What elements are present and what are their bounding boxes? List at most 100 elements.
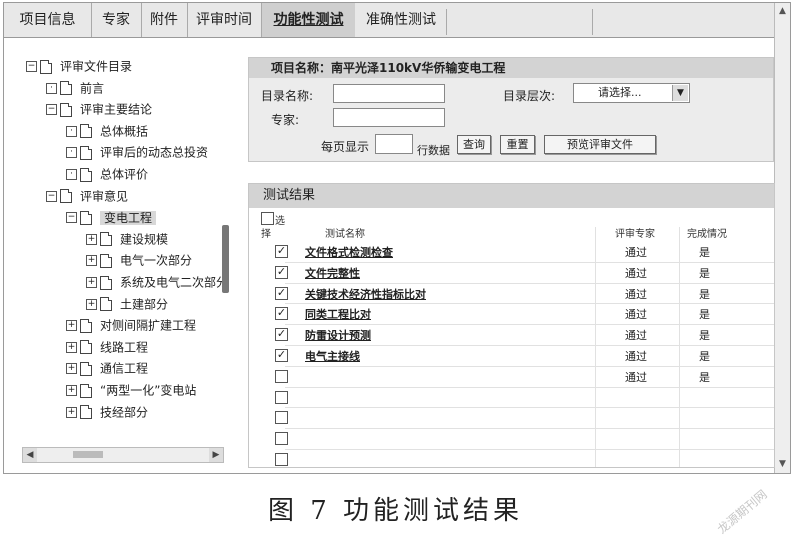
tree-node-label: 对侧间隔扩建工程 — [100, 318, 197, 333]
row-checkbox[interactable]: ✓ — [275, 349, 288, 362]
tab-accuracy-test[interactable]: 准确性测试 — [357, 3, 445, 37]
tree-node[interactable]: + 线路工程 — [66, 338, 148, 356]
row-checkbox[interactable] — [275, 369, 288, 383]
tree-node[interactable]: + 土建部分 — [86, 295, 168, 313]
tab-attachments[interactable]: 附件 — [141, 3, 188, 37]
figure-caption: 图 7 功能测试结果 — [267, 496, 524, 526]
row-divider — [285, 386, 774, 388]
expand-icon[interactable]: + — [66, 363, 77, 375]
expand-icon[interactable]: + — [86, 298, 97, 310]
row-checkbox[interactable]: ✓ — [275, 328, 288, 342]
leaf-icon[interactable]: · — [66, 169, 77, 180]
leaf-icon[interactable]: · — [66, 125, 77, 137]
tree-node[interactable]: + 建设规模 — [86, 230, 168, 248]
collapse-icon[interactable]: − — [46, 190, 57, 202]
expand-icon[interactable]: + — [66, 320, 77, 332]
tree-node[interactable]: + 系统及电气二次部分 — [86, 273, 228, 291]
chevron-down-icon[interactable]: ▼ — [672, 85, 688, 101]
row-checkbox[interactable]: ✓ — [275, 265, 288, 279]
completion-status: 是 — [699, 350, 710, 363]
expand-icon[interactable]: + — [66, 385, 77, 396]
completion-status: 是 — [699, 329, 710, 343]
leaf-icon[interactable]: · — [66, 147, 77, 159]
tree-node[interactable]: · 评审后的动态总投资 — [66, 143, 208, 161]
dir-level-value: 请选择... — [598, 86, 642, 99]
tree-horizontal-scrollbar[interactable]: ◀ ▶ — [22, 447, 224, 463]
preview-review-file-button[interactable]: 预览评审文件 — [544, 135, 656, 154]
expand-icon[interactable]: + — [86, 255, 97, 267]
scrollbar-thumb[interactable] — [73, 451, 103, 458]
row-divider — [285, 365, 774, 367]
per-page-input[interactable] — [375, 134, 413, 154]
collapse-icon[interactable]: − — [66, 212, 77, 224]
tab-divider — [446, 9, 447, 35]
row-checkbox[interactable]: ✓ — [275, 245, 288, 258]
tree-node[interactable]: + “两型一化”变电站 — [66, 381, 196, 399]
row-checkbox[interactable] — [275, 390, 288, 404]
select-all-checkbox[interactable] — [261, 212, 274, 225]
row-divider — [285, 345, 774, 346]
expand-icon[interactable]: + — [86, 277, 97, 288]
row-checkbox[interactable] — [275, 432, 288, 446]
test-name-link[interactable]: 防雷设计预测 — [305, 327, 371, 343]
tree-node[interactable]: · 总体概括 — [66, 122, 148, 140]
reset-button[interactable]: 重置 — [500, 135, 535, 154]
results-title: 测试结果 — [263, 188, 316, 203]
tree-node[interactable]: + 对侧间隔扩建工程 — [66, 316, 196, 334]
tree-node[interactable]: − 评审意见 — [46, 187, 128, 205]
dir-level-select[interactable]: 请选择... ▼ — [573, 83, 690, 103]
expand-icon[interactable]: + — [66, 406, 77, 418]
row-divider — [285, 282, 774, 284]
tree-node[interactable]: − 变电工程 — [66, 208, 157, 226]
row-checkbox[interactable]: ✓ — [275, 307, 288, 321]
tree-node[interactable]: · 总体评价 — [66, 165, 148, 183]
scroll-down-icon[interactable]: ▼ — [776, 458, 789, 471]
test-name-link[interactable]: 同类工程比对 — [305, 306, 371, 322]
expand-icon[interactable]: + — [66, 341, 77, 353]
tab-bar: 项目信息 专家 附件 评审时间 功能性测试 准确性测试 — [4, 3, 790, 38]
row-checkbox[interactable] — [275, 453, 288, 466]
tree-node[interactable]: + 电气一次部分 — [86, 251, 192, 269]
page-vertical-scrollbar[interactable]: ▲ ▼ — [774, 3, 790, 473]
collapse-icon[interactable]: − — [26, 61, 37, 72]
collapse-icon[interactable]: − — [46, 104, 57, 116]
tab-project-info[interactable]: 项目信息 — [4, 3, 92, 37]
row-checkbox[interactable]: ✓ — [275, 286, 288, 300]
tab-functional-test[interactable]: 功能性测试 — [262, 3, 355, 37]
completion-status: 是 — [699, 308, 710, 322]
tree-node[interactable]: + 通信工程 — [66, 359, 148, 377]
test-name-link[interactable]: 文件格式检测检查 — [305, 244, 393, 260]
scroll-up-icon[interactable]: ▲ — [776, 5, 789, 18]
row-divider — [285, 261, 774, 263]
column-header-expert: 评审专家 — [615, 229, 655, 240]
completion-status: 是 — [699, 246, 710, 259]
tree-node[interactable]: − 评审文件目录 — [26, 57, 132, 75]
column-divider — [679, 227, 680, 467]
document-icon — [100, 253, 112, 268]
expand-icon[interactable]: + — [86, 233, 97, 245]
test-name-link[interactable]: 文件完整性 — [305, 265, 360, 281]
test-name-link[interactable]: 电气主接线 — [305, 348, 360, 364]
tree-node[interactable]: · 前言 — [46, 79, 104, 97]
tab-experts[interactable]: 专家 — [91, 3, 142, 37]
query-button[interactable]: 查询 — [457, 135, 491, 154]
document-icon — [80, 405, 92, 420]
tree-scrollbar-thumb[interactable] — [222, 225, 229, 293]
test-name-link[interactable]: 关键技术经济性指标比对 — [305, 286, 426, 302]
dir-name-input[interactable] — [333, 84, 445, 103]
row-divider — [285, 324, 774, 326]
scroll-left-icon[interactable]: ◀ — [23, 448, 37, 462]
document-icon — [80, 383, 92, 398]
per-page-suffix: 行数据 — [417, 144, 450, 157]
tree-node[interactable]: + 技经部分 — [66, 403, 148, 421]
expert-result: 通过 — [625, 329, 647, 343]
tree-node[interactable]: − 评审主要结论 — [46, 100, 152, 118]
column-header-test-name: 测试名称 — [325, 229, 365, 240]
row-checkbox[interactable] — [275, 411, 288, 425]
scroll-right-icon[interactable]: ▶ — [209, 448, 223, 462]
expert-result: 通过 — [625, 246, 647, 259]
expert-input[interactable] — [333, 108, 445, 127]
leaf-icon[interactable]: · — [46, 82, 57, 94]
tab-review-time[interactable]: 评审时间 — [187, 3, 262, 37]
dir-level-label: 目录层次: — [503, 89, 556, 103]
